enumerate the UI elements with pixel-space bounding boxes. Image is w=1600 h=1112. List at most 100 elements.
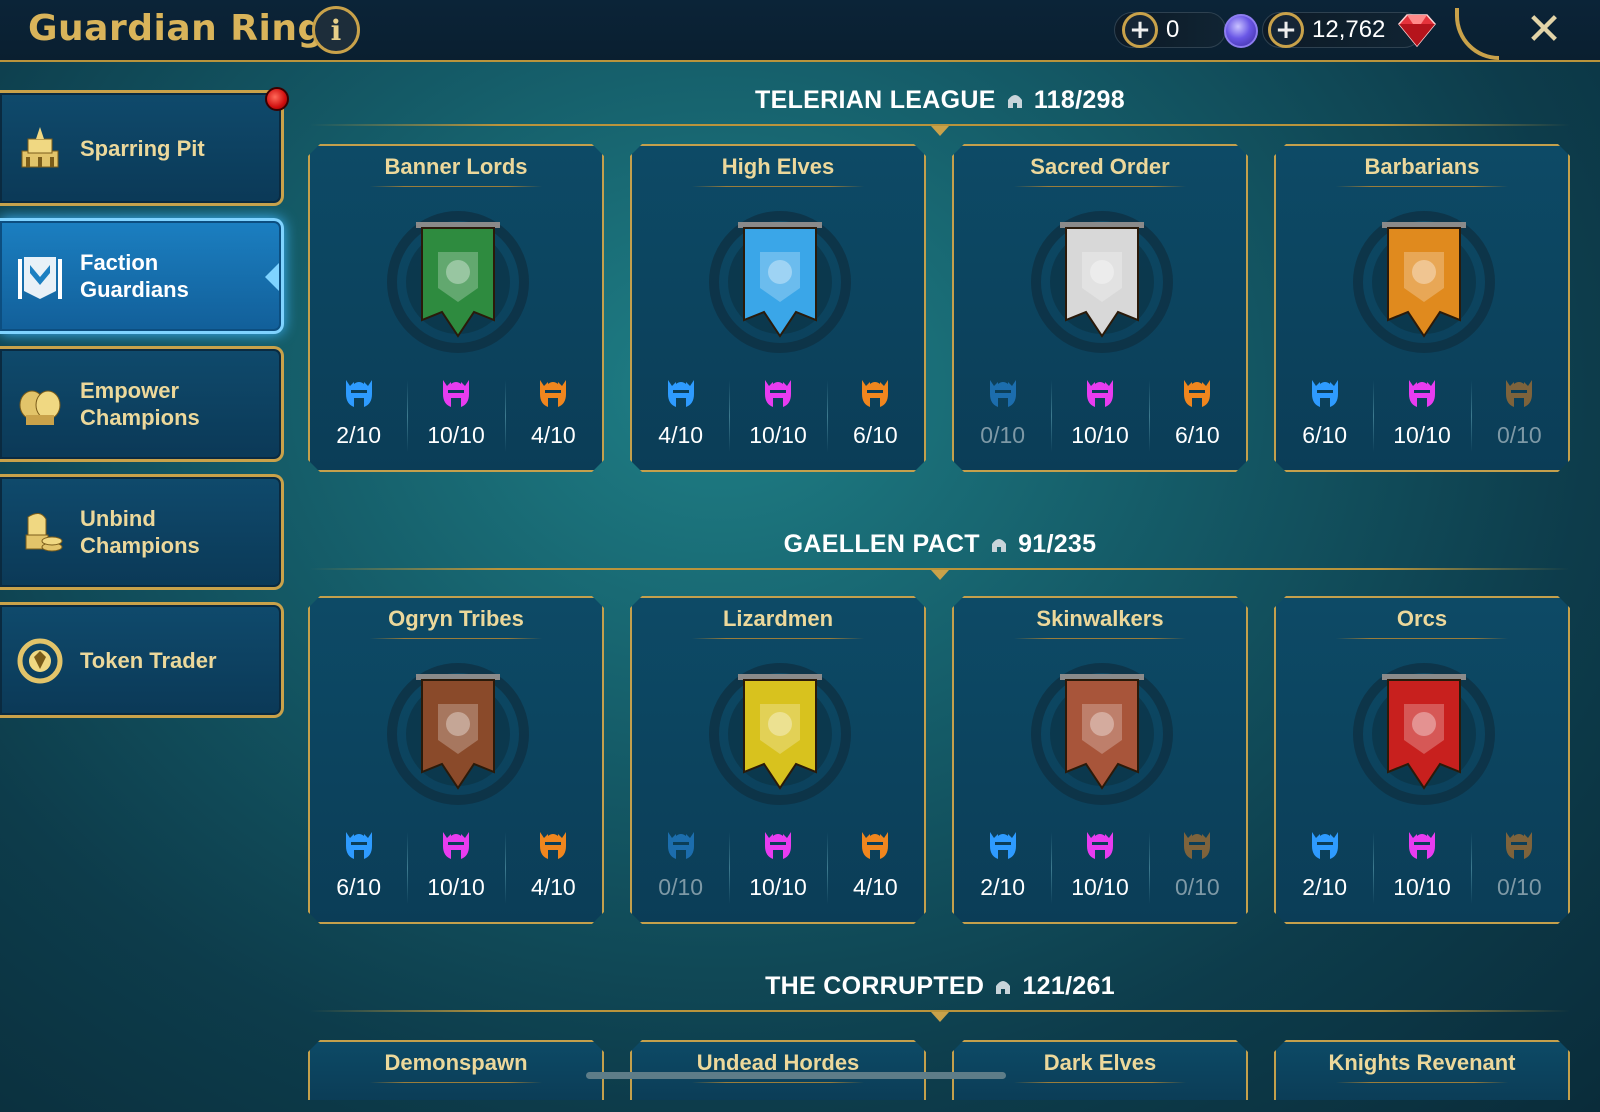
guardian-stat: 4/10 [827,824,924,916]
blue-orb-icon [1224,14,1258,48]
sidebar-item-label: Unbind Champions [80,506,200,558]
guardian-stat: 2/10 [954,824,1051,916]
rare-helmet-icon [664,828,698,862]
section-title: TELERIAN LEAGUE [755,86,996,114]
rare-helmet-icon [342,376,376,410]
info-button[interactable]: i [312,6,360,54]
title-divider [370,1082,542,1083]
faction-card[interactable]: Sacred Order 0/10 10/10 6/10 [952,144,1248,472]
guardian-count: 6/10 [852,422,898,448]
guardian-stats: 4/10 10/10 6/10 [632,372,924,464]
faction-card[interactable]: Skinwalkers 2/10 10/10 0/10 [952,596,1248,924]
section-title: THE CORRUPTED [765,972,985,1000]
guardian-count: 0/10 [1174,874,1220,900]
faction-name: Orcs [1396,606,1448,631]
guardian-stats: 2/10 10/10 4/10 [310,372,602,464]
helmet-icon [996,981,1011,994]
guardian-stat: 10/10 [1051,372,1148,464]
sidebar-item-token-trader[interactable]: Token Trader [0,602,284,718]
guardian-count: 6/10 [1302,422,1348,448]
add-gems-button[interactable]: + [1268,12,1304,48]
guardian-stat: 0/10 [1149,824,1246,916]
guardian-count: 4/10 [852,874,898,900]
guardian-stat: 10/10 [1373,372,1470,464]
faction-card[interactable]: Orcs 2/10 10/10 0/10 [1274,596,1570,924]
faction-crest-icon [1344,654,1504,814]
currency-2: + 12,762 [1268,10,1385,50]
title-divider [1336,186,1508,187]
section-title: GAELLEN PACT [783,530,980,558]
add-currency-1-button[interactable]: + [1122,12,1158,48]
helmet-icon [1007,95,1022,108]
title-divider [692,638,864,639]
guardian-stat: 10/10 [407,824,504,916]
faction-crest-icon [1022,654,1182,814]
faction-banner-icon [18,257,62,299]
guardian-stats: 2/10 10/10 0/10 [954,824,1246,916]
fist-icon [19,390,61,425]
sidebar-item-unbind-champions[interactable]: Unbind Champions [0,474,284,590]
guardian-count: 10/10 [749,422,807,448]
guardian-count: 10/10 [427,874,485,900]
faction-name: Banner Lords [384,154,528,179]
epic-helmet-icon [761,376,795,410]
faction-name: Demonspawn [384,1050,528,1075]
sidebar-item-faction-guardians[interactable]: Faction Guardians [0,218,284,334]
faction-card[interactable]: Banner Lords 2/10 10/10 4/10 [308,144,604,472]
sidebar-item-label: Empower Champions [80,378,200,430]
guardian-stat: 0/10 [632,824,729,916]
faction-card[interactable]: Lizardmen 0/10 10/10 4/10 [630,596,926,924]
section-notch-icon [931,1012,949,1022]
faction-card[interactable]: High Elves 4/10 10/10 6/10 [630,144,926,472]
faction-card[interactable]: Knights Revenant [1274,1040,1570,1100]
sidebar-item-sparring-pit[interactable]: Sparring Pit [0,87,289,206]
sidebar-item-label: Token Trader [80,647,217,673]
guardian-stat: 2/10 [310,372,407,464]
faction-crest-icon [378,202,538,362]
guardian-stat: 10/10 [729,372,826,464]
faction-name: Lizardmen [722,606,834,631]
faction-card[interactable]: Ogryn Tribes 6/10 10/10 4/10 [308,596,604,924]
guardian-stat: 10/10 [1051,824,1148,916]
guardian-stat: 10/10 [1373,824,1470,916]
guardian-stats: 0/10 10/10 6/10 [954,372,1246,464]
legendary-helmet-icon [1180,828,1214,862]
currency-1-value: 0 [1166,16,1180,43]
rare-helmet-icon [1308,828,1342,862]
token-icon [17,638,63,684]
arena-icon [21,127,59,168]
sidebar-item-empower-champions[interactable]: Empower Champions [0,346,284,462]
faction-card[interactable]: Dark Elves [952,1040,1248,1100]
title-divider [692,1082,864,1083]
horizontal-scrollbar[interactable] [586,1072,1006,1079]
faction-card[interactable]: Barbarians 6/10 10/10 0/10 [1274,144,1570,472]
guardian-count: 6/10 [336,874,382,900]
epic-helmet-icon [1083,828,1117,862]
faction-card[interactable]: Demonspawn [308,1040,604,1100]
guardian-stat: 0/10 [1471,824,1568,916]
rare-helmet-icon [1308,376,1342,410]
faction-card[interactable]: Undead Hordes [630,1040,926,1100]
guardian-count: 10/10 [427,422,485,448]
guardian-count: 0/10 [1496,874,1542,900]
faction-name: Barbarians [1364,154,1480,179]
rare-helmet-icon [664,376,698,410]
section-count: 91/235 [1018,530,1097,558]
notification-dot [265,87,289,111]
guardian-count: 4/10 [658,422,704,448]
guardian-count: 2/10 [336,422,382,448]
title-divider [1336,638,1508,639]
active-indicator-icon [265,263,279,291]
currency-1: + 0 [1122,10,1179,50]
guardian-stat: 6/10 [1149,372,1246,464]
title-divider [1014,186,1186,187]
sidebar-item-label: Sparring Pit [80,135,205,161]
faction-crest-icon [1344,202,1504,362]
guardian-stat: 4/10 [505,372,602,464]
legendary-helmet-icon [536,828,570,862]
guardian-count: 0/10 [658,874,704,900]
ruby-gem-icon [1398,14,1436,48]
rare-helmet-icon [986,376,1020,410]
close-button[interactable]: ✕ [1520,6,1568,54]
guardian-count: 6/10 [1174,422,1220,448]
